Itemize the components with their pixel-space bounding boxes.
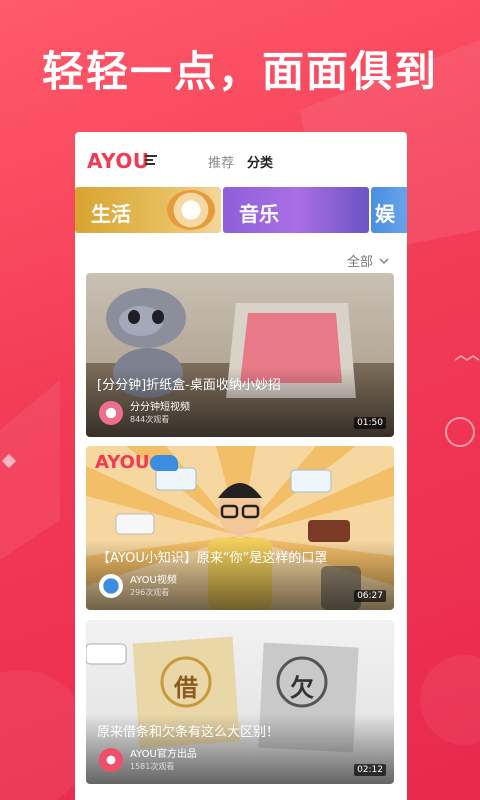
- stamp-label-borrow: 借: [174, 674, 198, 702]
- video-duration: 01:50: [354, 417, 386, 429]
- category-entertainment[interactable]: 娱: [371, 187, 407, 233]
- video-title: 原来借条和欠条有这么大区别！: [97, 725, 280, 740]
- filter-dropdown[interactable]: 全部: [347, 251, 389, 270]
- video-title: [分分钟]折纸盒-桌面收纳小妙招: [97, 378, 281, 393]
- avatar[interactable]: [99, 401, 123, 425]
- phone-screen: AYOU 推荐 分类 生活 音乐 娱 全部 [分分钟]折纸盒-桌面收纳小妙招 分…: [75, 132, 407, 800]
- category-label: 音乐: [239, 202, 279, 226]
- avatar[interactable]: [99, 574, 123, 598]
- avatar[interactable]: [99, 748, 123, 772]
- video-views: 1581次观看: [130, 762, 175, 771]
- category-life[interactable]: 生活: [75, 187, 221, 233]
- promo-headline: 轻轻一点，面面俱到: [41, 47, 438, 96]
- video-views: 296次观看: [130, 588, 170, 597]
- top-bar: AYOU 推荐 分类: [75, 132, 407, 184]
- whale-icon: [150, 455, 178, 471]
- video-title: 【AYOU小知识】原来“你”是这样的口罩: [97, 551, 328, 566]
- category-label: 生活: [91, 202, 131, 226]
- video-author: AYOU视频: [130, 575, 177, 586]
- tab-recommend[interactable]: 推荐: [208, 152, 234, 171]
- menu-icon[interactable]: [145, 155, 157, 165]
- video-duration: 02:12: [354, 764, 386, 776]
- category-label: 娱: [375, 202, 395, 226]
- chevron-down-icon: [379, 258, 389, 264]
- category-music[interactable]: 音乐: [223, 187, 369, 233]
- video-author: AYOU官方出品: [130, 749, 197, 760]
- video-card[interactable]: AYOU 【AYOU小知识】原来“你”是这样的口罩 AYOU视频 296次观看 …: [86, 446, 394, 610]
- ayou-watermark: AYOU: [95, 452, 150, 473]
- category-strip: 生活 音乐 娱: [75, 187, 407, 235]
- video-card[interactable]: [分分钟]折纸盒-桌面收纳小妙招 分分钟短视频 844次观看 01:50: [86, 273, 394, 437]
- tab-category[interactable]: 分类: [247, 152, 273, 171]
- video-card[interactable]: 借 欠 原来借条和欠条有这么大区别！ AYOU官方出品 1581次观看 02:1…: [86, 620, 394, 784]
- filter-label: 全部: [347, 255, 374, 270]
- app-logo: AYOU: [87, 149, 150, 173]
- category-life-image: [167, 190, 215, 230]
- stamp-label-owe: 欠: [290, 674, 314, 702]
- video-views: 844次观看: [130, 415, 170, 424]
- video-duration: 06:27: [354, 590, 386, 602]
- video-author: 分分钟短视频: [130, 402, 190, 413]
